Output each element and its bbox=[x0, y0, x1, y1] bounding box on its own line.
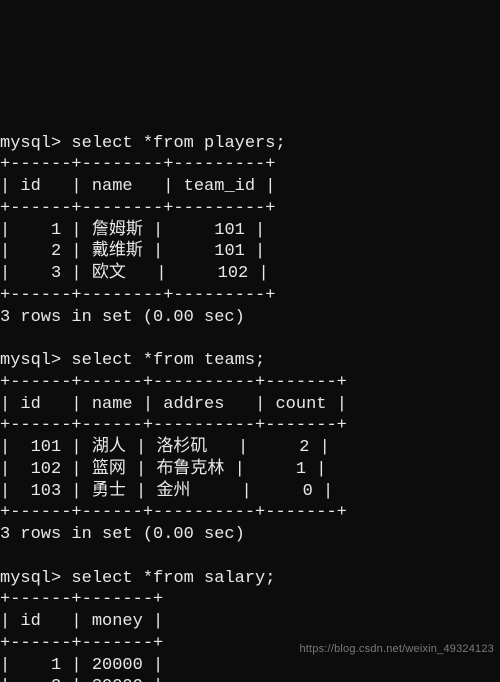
cell: 103 bbox=[31, 482, 62, 501]
sql-query: select *from teams; bbox=[71, 351, 265, 370]
col-header: name bbox=[92, 177, 133, 196]
cell: 勇士 bbox=[92, 482, 126, 501]
cell: 2 bbox=[51, 242, 61, 261]
cell: 2 bbox=[299, 438, 309, 457]
cell: 篮网 bbox=[92, 460, 126, 479]
result-footer: 3 rows in set (0.00 sec) bbox=[0, 308, 245, 327]
prompt: mysql> bbox=[0, 351, 61, 370]
sql-query: select *from salary; bbox=[71, 569, 275, 588]
cell: 欧文 bbox=[92, 264, 126, 283]
col-header: team_id bbox=[184, 177, 255, 196]
cell: 101 bbox=[214, 221, 245, 240]
cell: 20000 bbox=[92, 656, 143, 675]
col-header: money bbox=[92, 612, 143, 631]
cell: 101 bbox=[214, 242, 245, 261]
cell: 2 bbox=[51, 677, 61, 682]
cell: 詹姆斯 bbox=[92, 221, 143, 240]
cell: 1 bbox=[51, 221, 61, 240]
prompt: mysql> bbox=[0, 134, 61, 153]
cell: 1 bbox=[51, 656, 61, 675]
cell: 戴维斯 bbox=[92, 242, 143, 261]
cell: 洛杉矶 bbox=[156, 438, 207, 457]
cell: 102 bbox=[31, 460, 62, 479]
col-header: count bbox=[275, 395, 326, 414]
col-header: id bbox=[20, 395, 40, 414]
cell: 30000 bbox=[92, 677, 143, 682]
cell: 湖人 bbox=[92, 438, 126, 457]
col-header: id bbox=[20, 612, 40, 631]
col-header: addres bbox=[163, 395, 224, 414]
terminal-output: mysql> select *from players; +------+---… bbox=[0, 109, 500, 682]
sql-query: select *from players; bbox=[71, 134, 285, 153]
cell: 3 bbox=[51, 264, 61, 283]
cell: 102 bbox=[218, 264, 249, 283]
col-header: id bbox=[20, 177, 40, 196]
cell: 金州 bbox=[156, 482, 190, 501]
cell: 布鲁克林 bbox=[156, 460, 224, 479]
watermark: https://blog.csdn.net/weixin_49324123 bbox=[299, 642, 494, 656]
cell: 0 bbox=[303, 482, 313, 501]
cell: 101 bbox=[31, 438, 62, 457]
result-footer: 3 rows in set (0.00 sec) bbox=[0, 525, 245, 544]
prompt: mysql> bbox=[0, 569, 61, 588]
cell: 1 bbox=[296, 460, 306, 479]
col-header: name bbox=[92, 395, 133, 414]
